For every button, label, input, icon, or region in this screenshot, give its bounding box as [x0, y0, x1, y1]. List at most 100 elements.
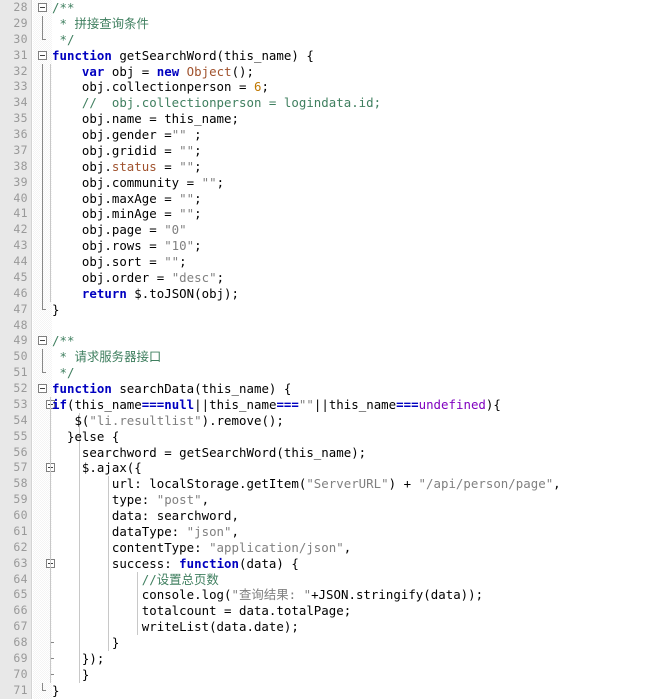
code-text[interactable]: obj.name = this_name; — [52, 111, 239, 127]
code-lines-container[interactable]: 28/** 29 * 拼接查询条件 30 */31 function getSearc… — [0, 0, 657, 699]
code-line[interactable]: 29 * 拼接查询条件 — [0, 15, 657, 32]
code-text[interactable]: obj.gridid = ""; — [52, 143, 202, 159]
code-text[interactable]: obj.rows = "10"; — [52, 238, 202, 254]
code-line[interactable]: 38 obj.status = ""; — [0, 158, 657, 175]
code-line[interactable]: 61 dataType: "json", — [0, 523, 657, 540]
token-pl: dataType: — [52, 523, 187, 539]
code-text[interactable]: if(this_name===null||this_name===""||thi… — [52, 397, 501, 413]
code-line[interactable]: 42 obj.page = "0" — [0, 222, 657, 239]
line-number: 29 — [13, 15, 28, 30]
code-line[interactable]: 62 contentType: "application/json", — [0, 539, 657, 556]
code-line[interactable]: 57 $.ajax({ — [0, 460, 657, 477]
code-line[interactable]: 58 url: localStorage.getItem("ServerURL"… — [0, 476, 657, 493]
code-line[interactable]: 71} — [0, 682, 657, 699]
line-number: 54 — [13, 412, 28, 427]
code-line[interactable]: 64 //设置总页数 — [0, 571, 657, 588]
code-text[interactable]: dataType: "json", — [52, 524, 239, 540]
code-line[interactable]: 69 }); — [0, 650, 657, 667]
code-text[interactable]: totalcount = data.totalPage; — [52, 603, 351, 619]
fold-guide-line — [42, 190, 43, 207]
code-line[interactable]: 30 */ — [0, 31, 657, 48]
code-line[interactable]: 68 } — [0, 635, 657, 651]
code-text[interactable]: }); — [52, 651, 104, 667]
fold-toggle-icon[interactable] — [38, 336, 47, 346]
code-line[interactable]: 35 obj.name = this_name; — [0, 111, 657, 127]
code-line[interactable]: 31 function getSearchWord(this_name) { — [0, 48, 657, 64]
code-line[interactable]: 55 }else { — [0, 428, 657, 445]
code-text[interactable]: $.ajax({ — [52, 460, 142, 476]
code-line[interactable]: 52 function searchData(this_name) { — [0, 381, 657, 397]
code-text[interactable]: obj.status = ""; — [52, 159, 202, 175]
fold-toggle-icon[interactable] — [38, 3, 47, 12]
code-text[interactable]: obj.sort = ""; — [52, 254, 187, 270]
code-text[interactable]: } — [52, 635, 119, 651]
code-line[interactable]: 36 obj.gender ="" ; — [0, 127, 657, 143]
code-line[interactable]: 44 obj.sort = ""; — [0, 254, 657, 270]
code-line[interactable]: 54 $("li.resultlist").remove(); — [0, 412, 657, 429]
code-line[interactable]: 59 type: "post", — [0, 492, 657, 508]
code-text[interactable]: var obj = new Object(); — [52, 64, 254, 80]
fold-toggle-icon[interactable] — [38, 384, 47, 393]
code-text[interactable]: url: localStorage.getItem("ServerURL") +… — [52, 476, 561, 492]
code-text[interactable]: /** — [52, 0, 74, 16]
code-text[interactable]: //设置总页数 — [52, 572, 219, 588]
code-text[interactable]: obj.gender ="" ; — [52, 127, 202, 143]
code-text[interactable]: /** — [52, 333, 74, 349]
code-line[interactable]: 32 var obj = new Object(); — [0, 63, 657, 80]
code-text[interactable]: * 请求服务器接口 — [52, 349, 161, 365]
code-line[interactable]: 63 success: function(data) { — [0, 555, 657, 572]
code-line[interactable]: 53 if(this_name===null||this_name===""||t… — [0, 396, 657, 413]
code-line[interactable]: 39 obj.community = ""; — [0, 174, 657, 191]
code-text[interactable]: obj.community = ""; — [52, 175, 224, 191]
code-line[interactable]: 41 obj.minAge = ""; — [0, 206, 657, 223]
code-text[interactable]: obj.minAge = ""; — [52, 206, 202, 222]
token-str: "10" — [164, 238, 195, 254]
code-text[interactable]: $("li.resultlist").remove(); — [52, 413, 284, 429]
code-line[interactable]: 47} — [0, 301, 657, 318]
code-text[interactable]: data: searchword, — [52, 508, 239, 524]
code-text[interactable]: // obj.collectionperson = logindata.id; — [52, 95, 381, 111]
code-line[interactable]: 43 obj.rows = "10"; — [0, 238, 657, 254]
code-line[interactable]: 60 data: searchword, — [0, 508, 657, 524]
code-text[interactable]: console.log("查询结果: "+JSON.stringify(data… — [52, 587, 483, 603]
code-line[interactable]: 51 */ — [0, 365, 657, 381]
code-line[interactable]: 70 } — [0, 666, 657, 683]
code-text[interactable]: obj.order = "desc"; — [52, 270, 224, 286]
code-line[interactable]: 67 writeList(data.date); — [0, 619, 657, 635]
code-text[interactable]: }else { — [52, 429, 119, 445]
code-line[interactable]: 33 obj.collectionperson = 6; — [0, 79, 657, 96]
code-text[interactable]: obj.page = "0" — [52, 222, 187, 238]
indent-guide — [50, 428, 51, 445]
code-text[interactable]: } — [52, 667, 89, 683]
code-line[interactable]: 34 // obj.collectionperson = logindata.i… — [0, 95, 657, 112]
code-line[interactable]: 28 /** — [0, 0, 657, 16]
code-text[interactable]: success: function(data) { — [52, 556, 299, 572]
code-text[interactable]: obj.maxAge = ""; — [52, 191, 202, 207]
code-text[interactable]: searchword = getSearchWord(this_name); — [52, 445, 366, 461]
code-text[interactable]: type: "post", — [52, 492, 209, 508]
code-line[interactable]: 49 /** — [0, 333, 657, 349]
code-text[interactable]: * 拼接查询条件 — [52, 16, 149, 32]
token-str: "/api/person/page" — [418, 476, 554, 492]
code-text[interactable]: function searchData(this_name) { — [52, 381, 291, 397]
fold-toggle-icon[interactable] — [38, 50, 47, 60]
code-text[interactable]: writeList(data.date); — [52, 619, 299, 635]
code-line[interactable]: 45 obj.order = "desc"; — [0, 269, 657, 286]
code-line[interactable]: 37 obj.gridid = ""; — [0, 142, 657, 159]
code-text[interactable]: return $.toJSON(obj); — [52, 286, 239, 302]
code-text[interactable]: obj.collectionperson = 6; — [52, 79, 269, 95]
code-text[interactable]: contentType: "application/json", — [52, 540, 351, 556]
code-text[interactable]: } — [52, 302, 59, 318]
code-line[interactable]: 40 obj.maxAge = ""; — [0, 190, 657, 207]
code-text[interactable]: */ — [52, 365, 74, 381]
code-line[interactable]: 46 return $.toJSON(obj); — [0, 285, 657, 302]
code-line[interactable]: 65 console.log("查询结果: "+JSON.stringify(d… — [0, 587, 657, 604]
code-text[interactable]: */ — [52, 32, 74, 48]
code-text[interactable]: } — [52, 683, 59, 699]
code-line[interactable]: 48 — [0, 318, 657, 334]
code-line[interactable]: 50 * 请求服务器接口 — [0, 349, 657, 366]
code-text[interactable]: function getSearchWord(this_name) { — [52, 48, 314, 64]
code-line[interactable]: 66 totalcount = data.totalPage; — [0, 603, 657, 620]
code-editor[interactable]: 28/** 29 * 拼接查询条件 30 */31 function getSearc… — [0, 0, 657, 699]
code-line[interactable]: 56 searchword = getSearchWord(this_name)… — [0, 444, 657, 461]
